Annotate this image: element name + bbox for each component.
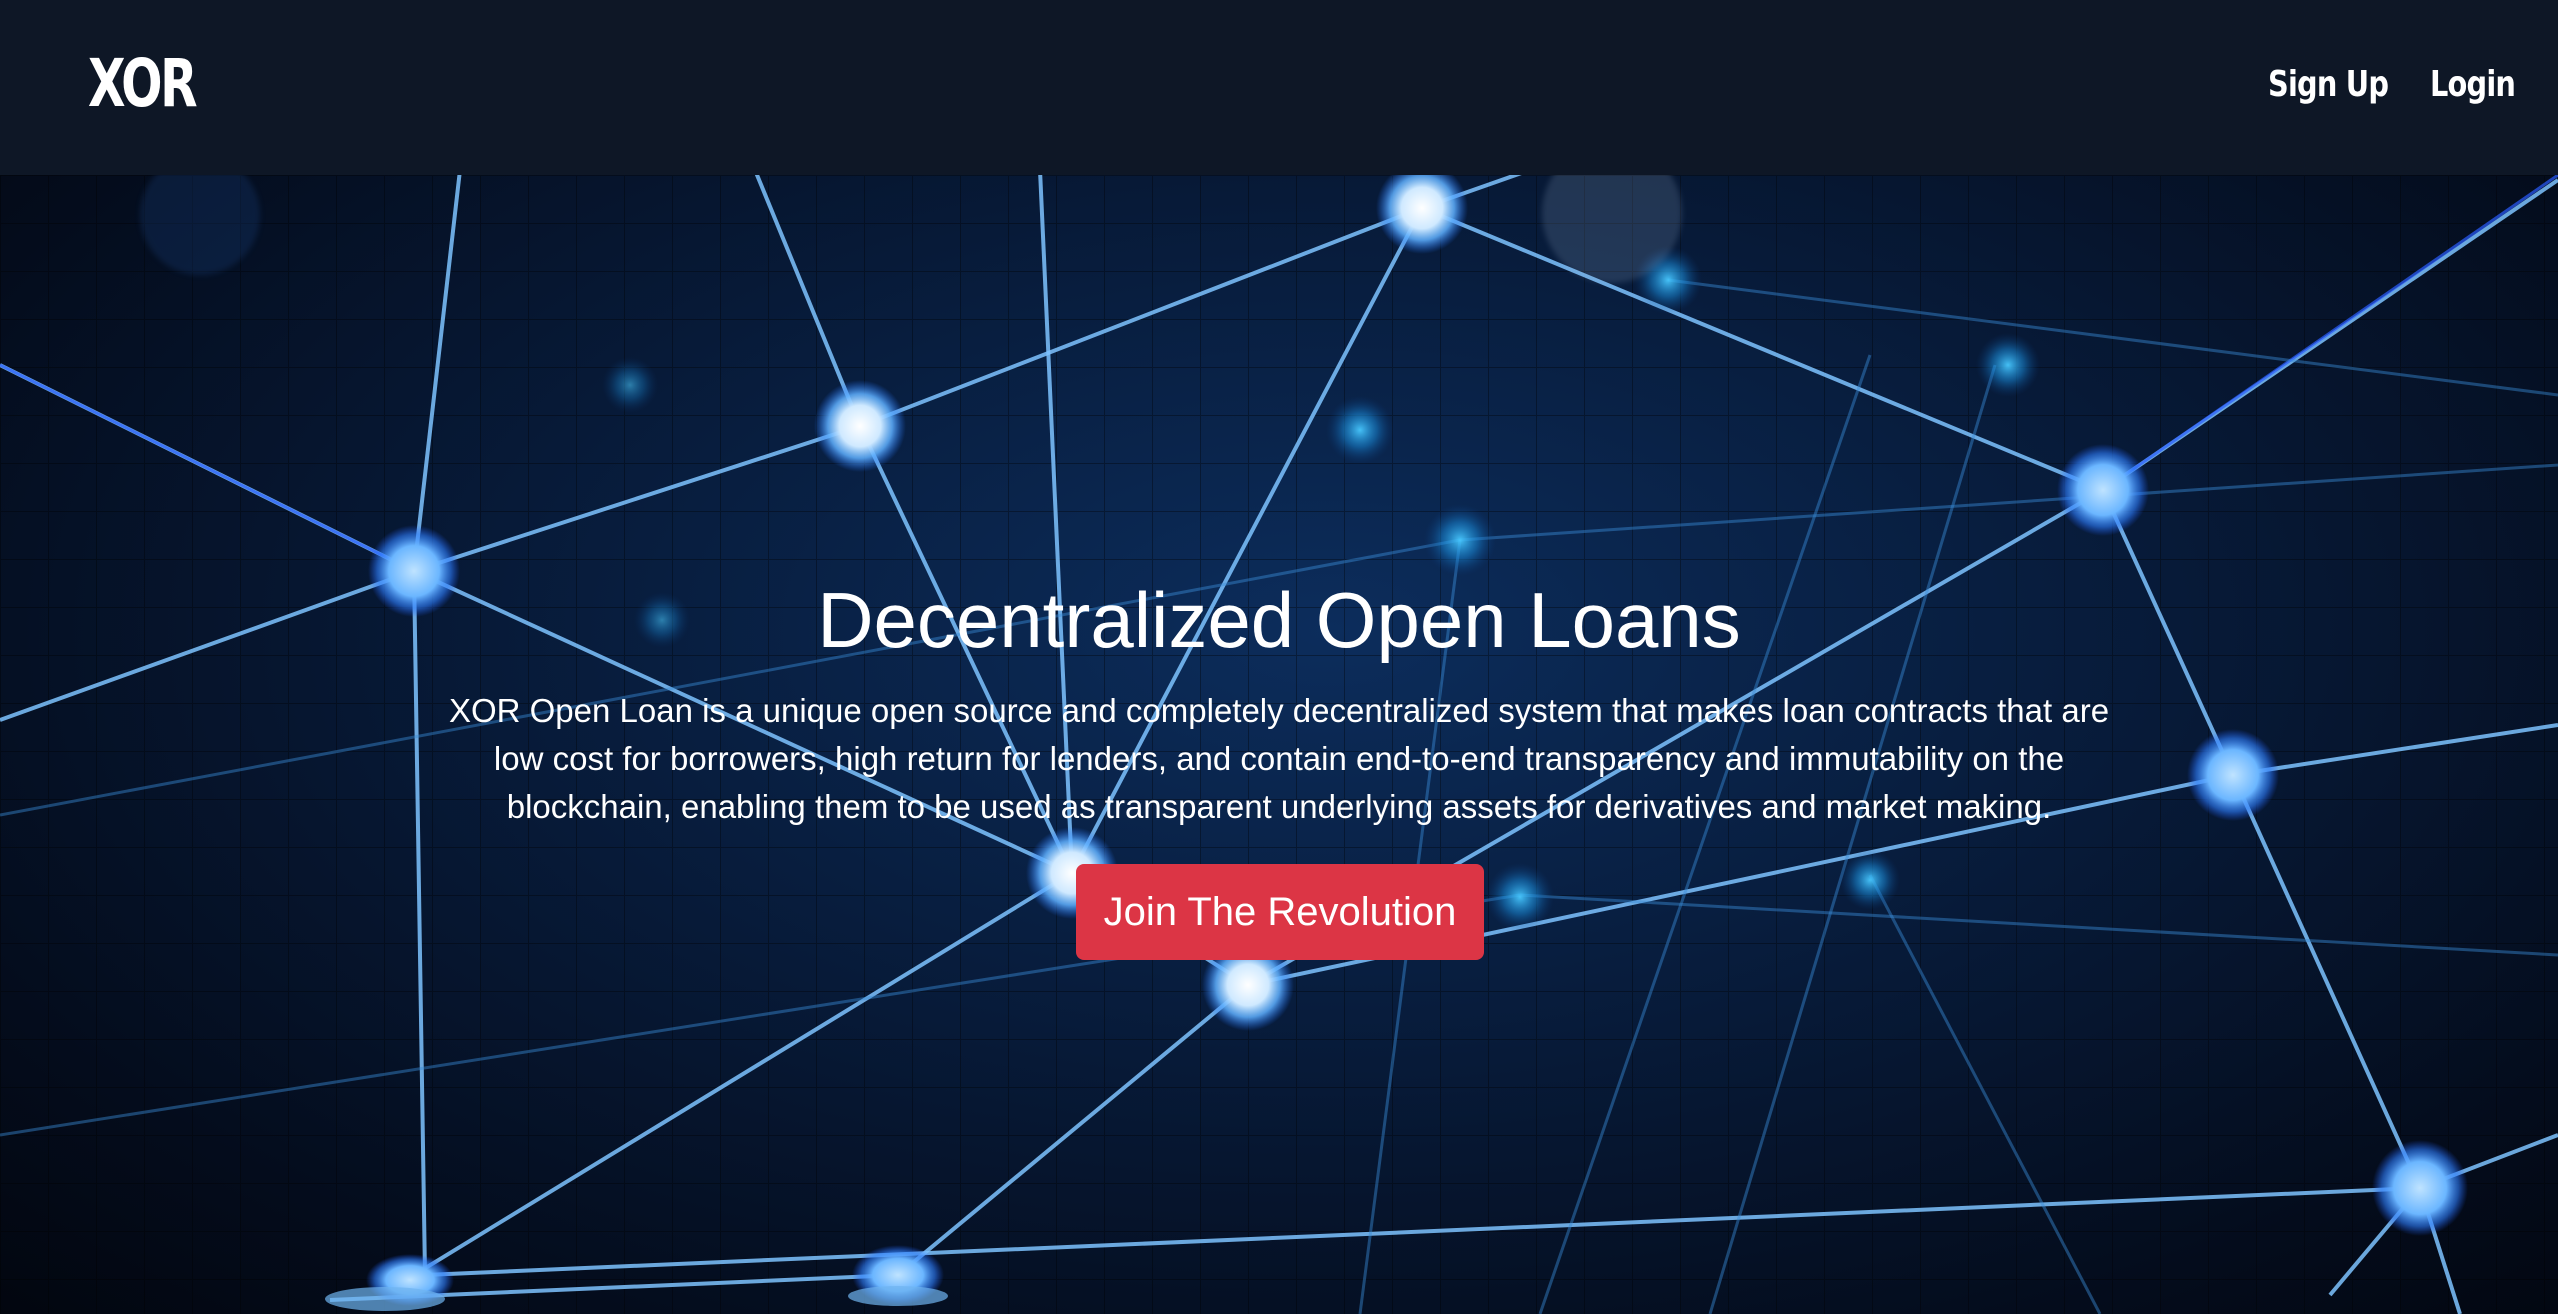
hero-description: XOR Open Loan is a unique open source an…: [448, 692, 2110, 825]
login-link[interactable]: Login: [2430, 60, 2516, 110]
hero-content: Decentralized Open Loans XOR Open Loan i…: [0, 175, 2558, 1314]
hero-section: Decentralized Open Loans XOR Open Loan i…: [0, 175, 2558, 1314]
brand-logo[interactable]: XOR: [88, 44, 198, 124]
hero-title: Decentralized Open Loans: [817, 576, 1741, 664]
navbar: XOR Sign Up Login: [0, 0, 2558, 175]
join-revolution-button[interactable]: Join The Revolution: [1076, 864, 1484, 960]
signup-link[interactable]: Sign Up: [2268, 60, 2389, 110]
